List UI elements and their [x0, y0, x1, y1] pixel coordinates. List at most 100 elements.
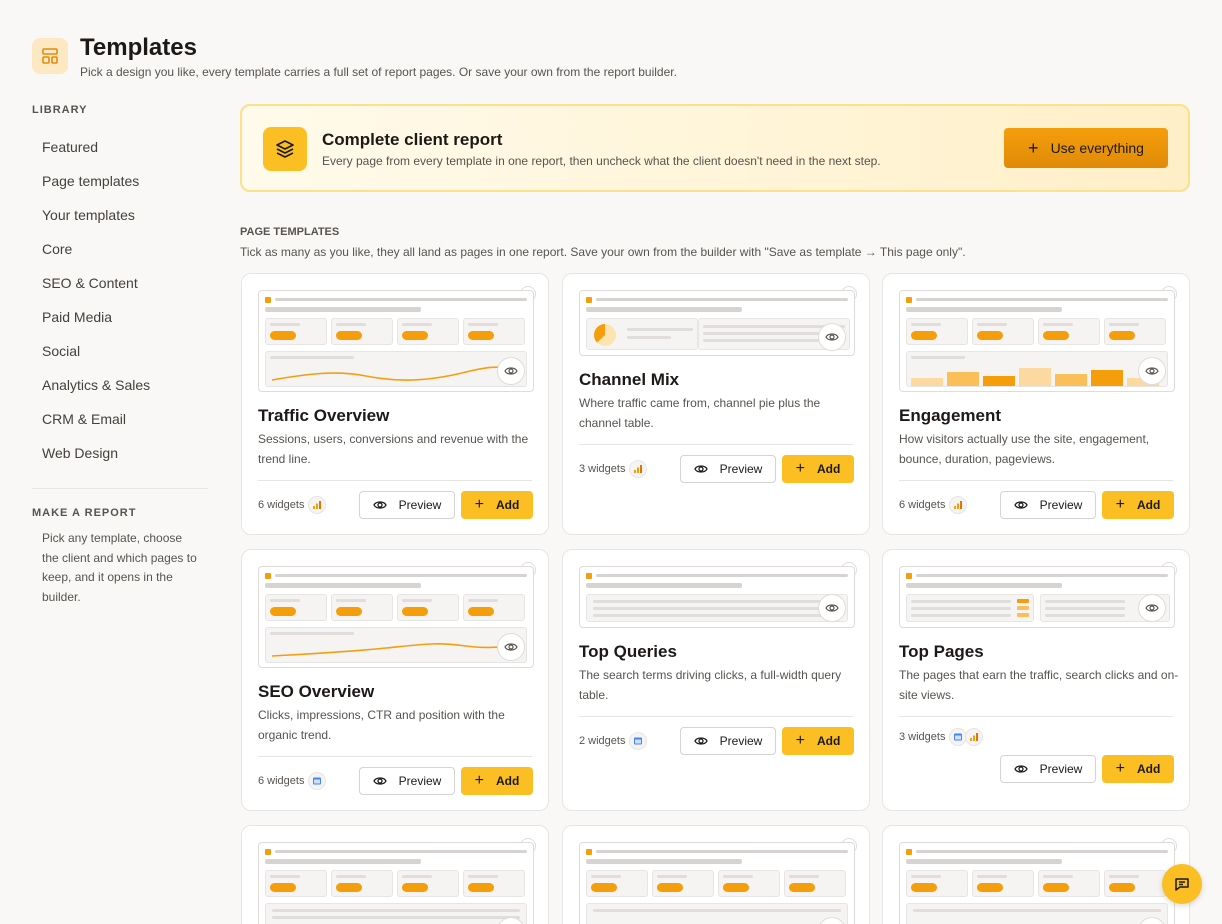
plus-icon: +	[474, 496, 484, 513]
layers-icon	[263, 127, 307, 171]
plus-icon: +	[795, 732, 805, 749]
add-button[interactable]: + Add	[1102, 491, 1174, 519]
library-heading: LIBRARY	[32, 104, 88, 116]
banner-title: Complete client report	[322, 130, 503, 149]
sidebar-item-core[interactable]: Core	[32, 232, 208, 266]
template-card-partial[interactable]	[241, 825, 549, 924]
add-label: Add	[496, 498, 520, 512]
search-console-icon	[629, 732, 648, 750]
card-divider	[258, 480, 532, 481]
template-thumbnail	[899, 566, 1175, 628]
add-button[interactable]: + Add	[782, 727, 854, 755]
quick-preview-icon[interactable]	[818, 323, 846, 351]
sidebar-item-seo-content[interactable]: SEO & Content	[32, 266, 208, 300]
make-report-text: Pick any template, choose the client and…	[42, 531, 197, 604]
card-description: The search terms driving clicks, a full-…	[579, 668, 842, 702]
template-thumbnail	[579, 842, 855, 924]
template-thumbnail	[899, 842, 1175, 924]
use-everything-button[interactable]: + Use everything	[1004, 128, 1168, 168]
card-divider	[579, 716, 853, 717]
sidebar-item-analytics-sales[interactable]: Analytics & Sales	[32, 368, 208, 402]
preview-label: Preview	[1039, 498, 1083, 512]
add-label: Add	[817, 462, 841, 476]
sidebar-item-page-templates[interactable]: Page templates	[32, 164, 208, 198]
template-card-partial[interactable]	[882, 825, 1190, 924]
sidebar-item-your-templates[interactable]: Your templates	[32, 198, 208, 232]
card-footer-meta: 6 widgets	[258, 496, 327, 514]
quick-preview-icon[interactable]	[818, 594, 846, 622]
add-button[interactable]: + Add	[461, 767, 533, 795]
template-thumbnail	[258, 842, 534, 924]
sidebar-item-crm-email[interactable]: CRM & Email	[32, 402, 208, 436]
widget-count: 6 widgets	[258, 775, 305, 787]
sidebar-item-paid-media[interactable]: Paid Media	[32, 300, 208, 334]
preview-label: Preview	[1039, 762, 1083, 776]
template-thumbnail	[258, 290, 534, 392]
template-card-channel-mix[interactable]: Channel Mix Where traffic came from, cha…	[562, 273, 870, 535]
template-card-top-queries[interactable]: Top Queries The search terms driving cli…	[562, 549, 870, 811]
sidebar-item-web-design[interactable]: Web Design	[32, 436, 208, 470]
eye-icon	[372, 501, 387, 509]
template-thumbnail	[899, 290, 1175, 392]
card-divider	[579, 444, 853, 445]
page-header: Templates Pick a design you like, every …	[32, 34, 677, 79]
card-description: Clicks, impressions, CTR and position wi…	[258, 708, 505, 742]
library-list: Featured Page templates Your templates C…	[32, 130, 208, 470]
eye-icon	[693, 465, 708, 473]
quick-preview-icon[interactable]	[497, 633, 525, 661]
widget-count: 6 widgets	[899, 499, 946, 511]
card-title: Engagement	[899, 406, 1002, 425]
section-heading: PAGE TEMPLATES	[240, 226, 340, 238]
template-card-seo-overview[interactable]: SEO Overview Clicks, impressions, CTR an…	[241, 549, 549, 811]
chat-button[interactable]	[1162, 864, 1202, 904]
template-card-traffic-overview[interactable]: Traffic Overview Sessions, users, conver…	[241, 273, 549, 535]
preview-button[interactable]: Preview	[1000, 755, 1096, 783]
preview-button[interactable]: Preview	[359, 491, 455, 519]
widget-count: 6 widgets	[258, 499, 305, 511]
add-button[interactable]: + Add	[461, 491, 533, 519]
plus-icon: +	[1115, 496, 1125, 513]
page-title: Templates	[80, 34, 197, 61]
widget-count: 2 widgets	[579, 735, 626, 747]
eye-icon	[372, 777, 387, 785]
page-subtitle: Pick a design you like, every template c…	[80, 65, 677, 79]
add-label: Add	[1137, 762, 1161, 776]
card-footer-meta: 3 widgets	[899, 728, 984, 746]
complete-report-banner: Complete client report Every page from e…	[240, 104, 1190, 192]
layout-template-icon	[32, 38, 68, 74]
card-title: Top Pages	[899, 642, 984, 661]
template-card-top-pages[interactable]: Top Pages The pages that earn the traffi…	[882, 549, 1190, 811]
card-description: Where traffic came from, channel pie plu…	[579, 396, 821, 430]
add-button[interactable]: + Add	[782, 455, 854, 483]
card-divider	[899, 480, 1173, 481]
preview-label: Preview	[398, 774, 442, 788]
analytics-icon	[949, 496, 968, 514]
preview-button[interactable]: Preview	[680, 727, 776, 755]
preview-button[interactable]: Preview	[1000, 491, 1096, 519]
preview-button[interactable]: Preview	[359, 767, 455, 795]
plus-icon: +	[795, 460, 805, 477]
eye-icon	[1013, 501, 1028, 509]
template-thumbnail	[579, 290, 855, 356]
widget-count: 3 widgets	[579, 463, 626, 475]
quick-preview-icon[interactable]	[1138, 594, 1166, 622]
sidebar-item-featured[interactable]: Featured	[32, 130, 208, 164]
card-footer-meta: 2 widgets	[579, 732, 648, 750]
card-footer-meta: 6 widgets	[899, 496, 968, 514]
template-card-engagement[interactable]: Engagement How visitors actually use the…	[882, 273, 1190, 535]
template-card-partial[interactable]	[562, 825, 870, 924]
preview-button[interactable]: Preview	[680, 455, 776, 483]
make-report-heading: MAKE A REPORT	[32, 507, 137, 519]
quick-preview-icon[interactable]	[1138, 357, 1166, 385]
eye-icon	[693, 737, 708, 745]
search-console-icon	[308, 772, 327, 790]
section-description: Tick as many as you like, they all land …	[240, 245, 966, 259]
eye-icon	[1013, 765, 1028, 773]
add-label: Add	[817, 734, 841, 748]
add-button[interactable]: + Add	[1102, 755, 1174, 783]
quick-preview-icon[interactable]	[497, 357, 525, 385]
sidebar: LIBRARY Featured Page templates Your tem…	[32, 104, 208, 607]
sidebar-item-social[interactable]: Social	[32, 334, 208, 368]
card-title: Top Queries	[579, 642, 677, 661]
use-everything-label: Use everything	[1050, 140, 1144, 156]
